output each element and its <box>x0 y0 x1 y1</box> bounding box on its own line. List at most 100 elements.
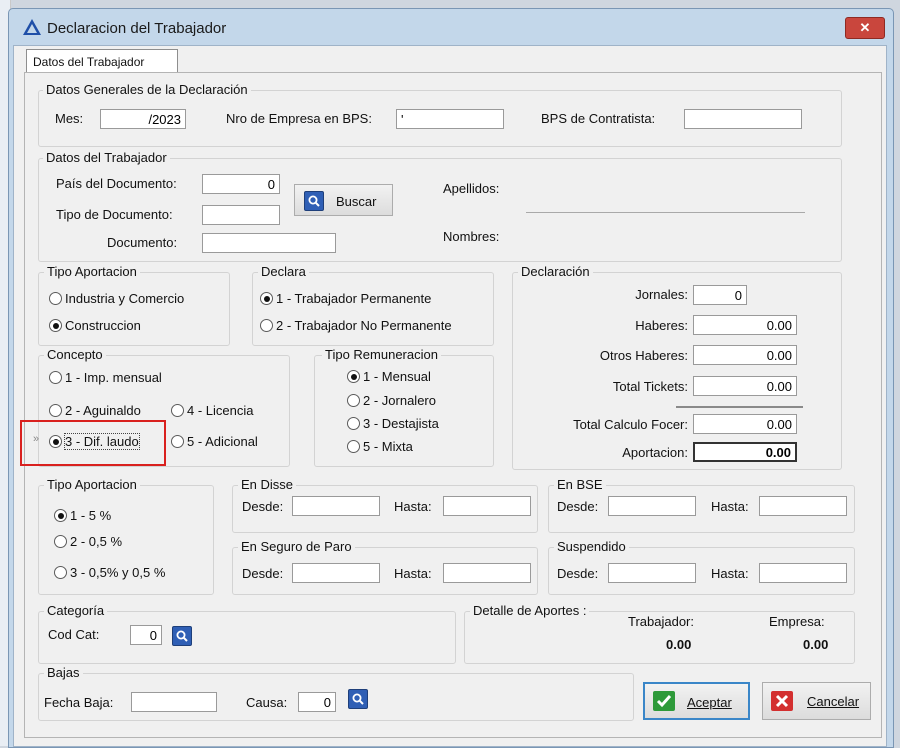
radio-trabajador-no-permanente[interactable]: 2 - Trabajador No Permanente <box>260 318 452 333</box>
group-title-en-bse: En BSE <box>554 477 606 492</box>
group-title-bajas: Bajas <box>44 665 83 680</box>
radio-dot <box>49 371 62 384</box>
disse-hasta-input[interactable] <box>443 496 531 516</box>
radio-label: 5 - Adicional <box>187 434 258 449</box>
group-bajas <box>38 673 634 721</box>
cancelar-button[interactable]: Cancelar <box>762 682 871 720</box>
cod-cat-search-icon[interactable] <box>172 626 192 646</box>
radio-5-pct[interactable]: 1 - 5 % <box>54 508 111 523</box>
radio-dot <box>347 440 360 453</box>
group-title-declaracion: Declaración <box>518 264 593 279</box>
bse-hasta-input[interactable] <box>759 496 847 516</box>
aportacion-label: Aportacion: <box>622 445 688 460</box>
paro-hasta-input[interactable] <box>443 563 531 583</box>
search-icon <box>304 191 324 211</box>
radio-dot <box>54 535 67 548</box>
cod-cat-input[interactable] <box>130 625 162 645</box>
total-calculo-label: Total Calculo Focer: <box>573 417 688 432</box>
cancelar-label: Cancelar <box>807 694 860 709</box>
bps-contratista-label: BPS de Contratista: <box>541 111 656 126</box>
radio-industria-comercio[interactable]: Industria y Comercio <box>49 291 184 306</box>
nombres-label: Nombres: <box>443 229 500 244</box>
bse-desde-label: Desde: <box>557 499 599 514</box>
causa-label: Causa: <box>246 695 288 710</box>
radio-label: Construccion <box>65 318 141 333</box>
fecha-baja-input[interactable] <box>131 692 217 712</box>
total-tickets-input[interactable] <box>693 376 797 396</box>
radio-licencia[interactable]: 4 - Licencia <box>171 403 253 418</box>
otros-haberes-input[interactable] <box>693 345 797 365</box>
radio-dot <box>260 319 273 332</box>
disse-desde-label: Desde: <box>242 499 284 514</box>
radio-construccion[interactable]: Construccion <box>49 318 141 333</box>
group-categoria <box>38 611 456 664</box>
group-title-tipo-aportacion-2: Tipo Aportacion <box>44 477 140 492</box>
empresa-label: Empresa: <box>769 614 825 629</box>
radio-dot <box>347 394 360 407</box>
aportacion-input[interactable] <box>693 442 797 462</box>
radio-label: 5 - Mixta <box>363 439 413 454</box>
radio-0-5-pct[interactable]: 2 - 0,5 % <box>54 534 122 549</box>
documento-input[interactable] <box>202 233 336 253</box>
tipo-doc-input[interactable] <box>202 205 280 225</box>
radio-0-5-y-0-5-pct[interactable]: 3 - 0,5% y 0,5 % <box>54 565 165 580</box>
radio-label: 2 - 0,5 % <box>70 534 123 549</box>
causa-input[interactable] <box>298 692 336 712</box>
disse-hasta-label: Hasta: <box>394 499 432 514</box>
causa-search-icon[interactable] <box>348 689 368 709</box>
tab-datos-trabajador[interactable]: Datos del Trabajador <box>26 49 178 74</box>
radio-dot <box>49 404 62 417</box>
radio-destajista[interactable]: 3 - Destajista <box>347 416 439 431</box>
tab-label: Datos del Trabajador <box>33 55 145 69</box>
total-calculo-input[interactable] <box>693 414 797 434</box>
mes-input[interactable] <box>100 109 186 129</box>
disse-desde-input[interactable] <box>292 496 380 516</box>
group-title-declara: Declara <box>258 264 309 279</box>
paro-hasta-label: Hasta: <box>394 566 432 581</box>
radio-label: 1 - 5 % <box>70 508 112 523</box>
bse-desde-input[interactable] <box>608 496 696 516</box>
documento-label: Documento: <box>107 235 178 250</box>
radio-imp-mensual[interactable]: 1 - Imp. mensual <box>49 370 162 385</box>
close-button[interactable]: ✕ <box>845 17 885 39</box>
paro-desde-input[interactable] <box>292 563 380 583</box>
jornales-input[interactable] <box>693 285 747 305</box>
susp-desde-input[interactable] <box>608 563 696 583</box>
buscar-button[interactable]: Buscar <box>294 184 393 216</box>
radio-label: 1 - Imp. mensual <box>65 370 162 385</box>
group-title-categoria: Categoría <box>44 603 108 618</box>
susp-hasta-label: Hasta: <box>711 566 749 581</box>
check-icon <box>653 691 675 711</box>
radio-label: 3 - 0,5% y 0,5 % <box>70 565 166 580</box>
mes-label: Mes: <box>55 111 84 126</box>
group-title-detalle-aportes: Detalle de Aportes : <box>470 603 590 618</box>
tipo-doc-label: Tipo de Documento: <box>56 207 173 222</box>
highlight-box <box>20 420 166 466</box>
haberes-input[interactable] <box>693 315 797 335</box>
window-title: Declaracion del Trabajador <box>47 20 227 37</box>
triangle-app-icon <box>23 19 41 35</box>
bps-contratista-input[interactable] <box>684 109 802 129</box>
radio-adicional[interactable]: 5 - Adicional <box>171 434 258 449</box>
buscar-label: Buscar <box>336 194 377 209</box>
group-title-en-disse: En Disse <box>238 477 297 492</box>
radio-mensual[interactable]: 1 - Mensual <box>347 369 431 384</box>
aceptar-button[interactable]: Aceptar <box>643 682 750 720</box>
total-tickets-label: Total Tickets: <box>612 379 688 394</box>
title-bar[interactable]: Declaracion del Trabajador ✕ <box>9 9 893 45</box>
radio-label: 3 - Destajista <box>363 416 439 431</box>
radio-label: Industria y Comercio <box>65 291 185 306</box>
pais-input[interactable] <box>202 174 280 194</box>
radio-jornalero[interactable]: 2 - Jornalero <box>347 393 436 408</box>
susp-hasta-input[interactable] <box>759 563 847 583</box>
radio-label: 1 - Mensual <box>363 369 431 384</box>
radio-dot <box>171 404 184 417</box>
group-title-seguro-paro: En Seguro de Paro <box>238 539 355 554</box>
radio-mixta[interactable]: 5 - Mixta <box>347 439 413 454</box>
radio-aguinaldo[interactable]: 2 - Aguinaldo <box>49 403 141 418</box>
sum-separator <box>676 406 803 408</box>
cod-cat-label: Cod Cat: <box>48 627 100 642</box>
nro-empresa-input[interactable] <box>396 109 504 129</box>
radio-trabajador-permanente[interactable]: 1 - Trabajador Permanente <box>260 291 431 306</box>
group-title-concepto: Concepto <box>44 347 106 362</box>
